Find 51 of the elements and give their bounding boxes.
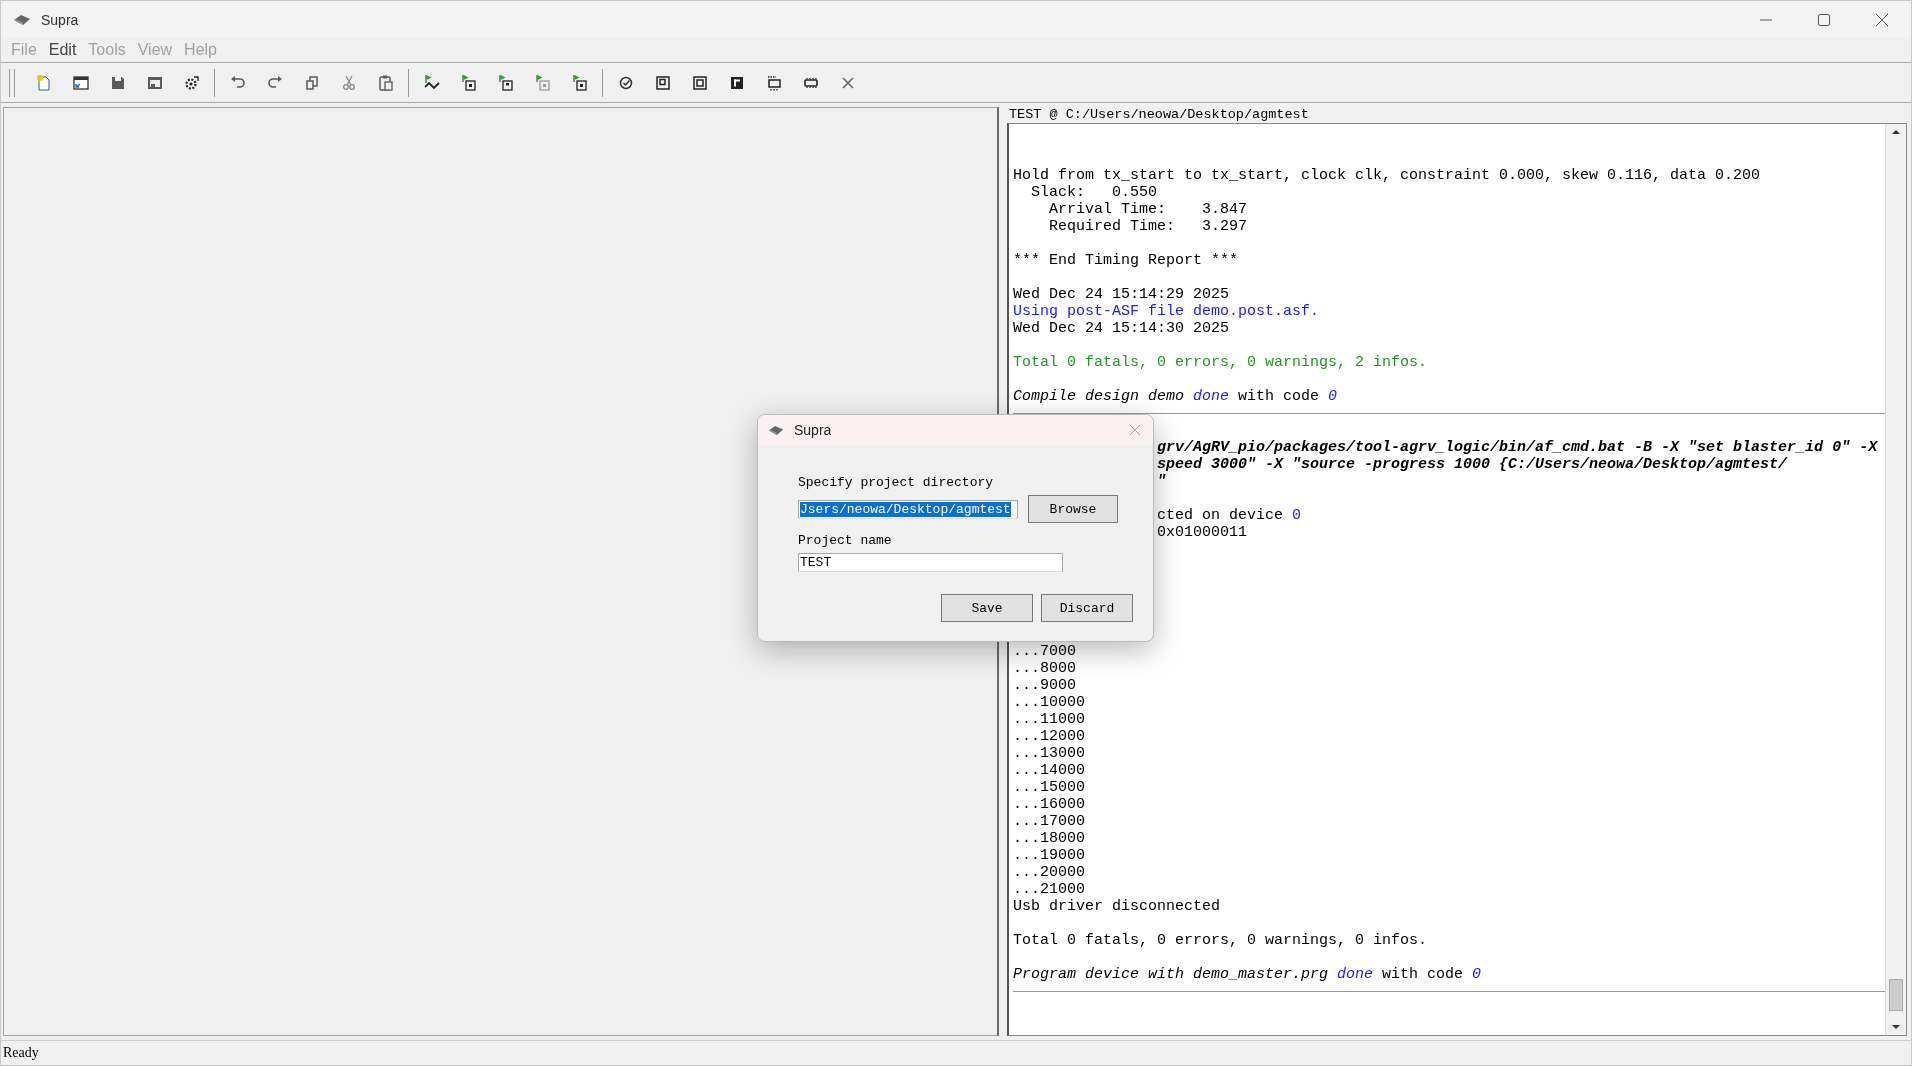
log-line: Total 0 fatals, 0 errors, 0 warnings, 0 infos. [1013,932,1428,949]
log-line: cted on device 0 [1157,507,1302,524]
log-line: Required Time: 3.297 [1048,218,1248,235]
log-line: Using post-ASF file demo.post.asf. [1013,303,1320,320]
log-line: ...17000 [1013,813,1085,830]
log-line: ...15000 [1013,779,1085,796]
log-line: Wed Dec 24 15:14:29 2025 [1013,286,1230,303]
log-line: speed 3000" -X "source -progress 1000 {C:/Users/neowa/Desktop/agmtest/ [1157,456,1788,473]
log-line: ...18000 [1013,830,1085,847]
log-line: Slack: 0.550 [1030,184,1158,201]
log-line: 0x01000011 [1157,524,1248,541]
log-line: grv/AgRV_pio/packages/tool-agrv_logic/bin/af_cmd.bat -B -X "set blaster_id 0" -X [1157,439,1878,456]
window-title: Supra [41,11,79,28]
log-line: ...14000 [1013,762,1085,779]
app-logo-icon [13,13,31,26]
log-line: *** End Timing Report *** [1013,252,1239,269]
browse-button[interactable]: Browse [1028,495,1118,523]
log-line: ...20000 [1013,864,1085,881]
log-line: " [1157,473,1167,490]
log-line: ...21000 [1013,881,1085,898]
log-line: ...10000 [1013,694,1085,711]
log-line: ...8000 [1013,660,1076,677]
log-line: ...11000 [1013,711,1085,728]
log-line: ...12000 [1013,728,1085,745]
log-line: Total 0 fatals, 0 errors, 0 warnings, 2 infos. [1013,354,1428,371]
project-path-header: TEST @ C:/Users/neowa/Desktop/agmtest [1008,106,1310,123]
field-label: Project name [798,533,892,548]
discard-button[interactable]: Discard [1041,594,1133,622]
maximize-icon[interactable] [1817,12,1831,27]
close-icon[interactable] [1875,12,1889,27]
scroll-thumb[interactable] [1889,979,1903,1011]
save-button[interactable]: Save [941,594,1033,622]
log-line: ...7000 [1013,643,1076,660]
scrollbar[interactable] [1885,124,1906,1035]
project-name-field[interactable]: TEST [798,553,1063,572]
log-line: Program device with demo_master.prg done with code 0 [1013,966,1482,983]
dialog-title: Supra [794,422,832,438]
menu-item[interactable]: Edit [42,41,83,59]
log-line: Usb driver disconnected [1013,898,1221,915]
log-line: ...19000 [1013,847,1085,864]
field-label: Specify project directory [798,475,994,490]
log-line: ...13000 [1013,745,1085,762]
app-logo-icon [768,424,784,436]
log-line: Wed Dec 24 15:14:30 2025 [1013,320,1230,337]
log-line: ...9000 [1013,677,1076,694]
log-line: Hold from tx_start to tx_start, clock clk, constraint 0.000, skew 0.116, data 0.200 [1013,167,1761,184]
status-text: Ready [3,1045,39,1061]
log-line: Arrival Time: 3.847 [1048,201,1248,218]
log-line: Compile design demo done with code 0 [1013,388,1338,405]
directory-field[interactable]: Jsers/neowa/Desktop/agmtest [798,499,1018,519]
log-line: ...16000 [1013,796,1085,813]
